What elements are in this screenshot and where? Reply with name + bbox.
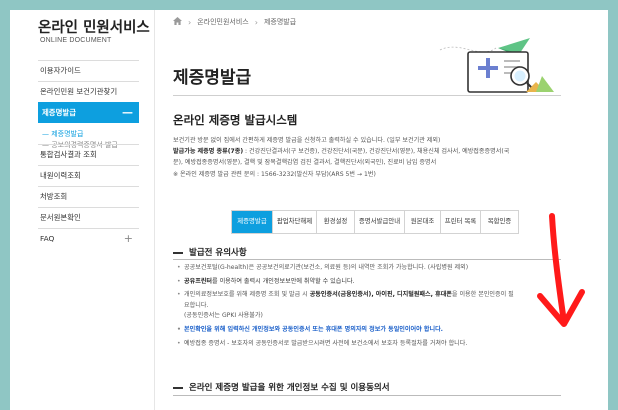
tab-bar: 제증명발급 팝업차단해제 환경설정 증명서발급안내 원본대조 프린터 목록 복합… bbox=[231, 210, 519, 234]
breadcrumb: › 온라인민원서비스 › 제증명발급 bbox=[173, 17, 296, 27]
tab-popup-unblock[interactable]: 팝업차단해제 bbox=[272, 211, 316, 233]
sidebar-item-document-verify[interactable]: 문서원본확인 bbox=[38, 207, 139, 228]
sidebar-subitem-certificate-issuance[interactable]: — 제증명발급 bbox=[42, 129, 139, 140]
arrow-down-icon bbox=[537, 213, 585, 327]
heading-bar bbox=[173, 386, 183, 389]
description-line: 발급가능 제증명 종류(7종) : 건강진단결과서(구 보건증), 건강진단서(… bbox=[173, 148, 510, 156]
sidebar-item-visit-history[interactable]: 내원이력조회 bbox=[38, 165, 139, 186]
description-line: ※ 온라인 제증명 발급 관련 문의 : 1566-3232(발신자 부담)(A… bbox=[173, 170, 376, 178]
sidebar-item-label: 처방조회 bbox=[40, 192, 68, 201]
page: 온라인 민원서비스 ONLINE DOCUMENT 이용자가이드 온라인민원 보… bbox=[10, 10, 608, 410]
description-line: 문), 예방접종증명서(영문), 결핵 및 잠복결핵감염 검진 결과서, 결핵진… bbox=[173, 159, 437, 167]
brand-subtitle: ONLINE DOCUMENT bbox=[40, 37, 112, 44]
sidebar-nav: 이용자가이드 온라인민원 보건기관찾기 제증명발급 — — 제증명발급 — 공보… bbox=[38, 60, 139, 249]
sidebar-item-certificate-issuance[interactable]: 제증명발급 — bbox=[38, 102, 139, 123]
breadcrumb-item[interactable]: 제증명발급 bbox=[264, 17, 296, 27]
heading-bar bbox=[173, 251, 183, 254]
sidebar-item-test-results[interactable]: 통합검사결과 조회 bbox=[38, 144, 139, 165]
sidebar-item-user-guide[interactable]: 이용자가이드 bbox=[38, 60, 139, 81]
brand-title: 온라인 민원서비스 bbox=[38, 20, 150, 36]
notice-list: 공공보건포털(G-health)은 공공보건의료기관(보건소, 의료원 등)의 … bbox=[177, 263, 563, 352]
description-line: 보건기관 방문 없이 집에서 간편하게 제증명 발급을 신청하고 출력하실 수 … bbox=[173, 137, 441, 144]
chevron-right-icon: › bbox=[188, 17, 192, 27]
tab-multi-auth[interactable]: 복합인증 bbox=[480, 211, 518, 233]
page-title: 제증명발급 bbox=[173, 68, 252, 88]
system-title: 온라인 제증명 발급시스템 bbox=[173, 113, 298, 127]
tab-settings[interactable]: 환경설정 bbox=[316, 211, 354, 233]
sidebar-item-label: 통합검사결과 조회 bbox=[40, 150, 97, 159]
sidebar-item-find-health-center[interactable]: 온라인민원 보건기관찾기 bbox=[38, 81, 139, 102]
tab-issuance-guide[interactable]: 증명서발급안내 bbox=[354, 211, 404, 233]
chevron-right-icon: › bbox=[254, 17, 258, 27]
section-heading: 발급전 유의사항 bbox=[173, 246, 247, 258]
breadcrumb-item[interactable]: 온라인민원서비스 bbox=[197, 17, 249, 27]
notice-item: 공공보건포털(G-health)은 공공보건의료기관(보건소, 의료원 등)의 … bbox=[177, 263, 563, 274]
sidebar-item-label: 이용자가이드 bbox=[40, 66, 81, 75]
sidebar-item-label: 내원이력조회 bbox=[40, 171, 81, 180]
sidebar-item-label: 온라인민원 보건기관찾기 bbox=[40, 87, 118, 96]
notice-item: 공유프린터를 이용하여 출력시 개인정보보안에 취약할 수 있습니다. bbox=[177, 277, 563, 288]
divider bbox=[173, 395, 561, 396]
notice-item: 개인의료정보보호를 위해 제증명 조회 및 발급 시 공동인증서(금융인증서),… bbox=[177, 290, 563, 322]
notice-item-important: 본인확인을 위해 입력하신 개인정보와 공동인증서 또는 휴대폰 명의자의 정보… bbox=[177, 325, 563, 336]
sidebar-subnav: — 제증명발급 — 공보의경력증명서 발급 bbox=[38, 123, 139, 149]
notice-item: 예방접종 증명서 - 보호자의 공동인증서로 발급받으시려면 사전에 보건소에서… bbox=[177, 339, 563, 350]
section-heading: 온라인 제증명 발급을 위한 개인정보 수집 및 이용동의서 bbox=[173, 381, 390, 393]
sidebar-item-label: 제증명발급 bbox=[42, 108, 76, 117]
tab-printer-list[interactable]: 프린터 목록 bbox=[440, 211, 480, 233]
divider bbox=[173, 259, 561, 260]
expand-icon[interactable]: + bbox=[124, 229, 133, 249]
collapse-icon[interactable]: — bbox=[122, 103, 133, 123]
service-description: 보건기관 방문 없이 집에서 간편하게 제증명 발급을 신청하고 출력하실 수 … bbox=[173, 135, 553, 180]
divider bbox=[173, 95, 561, 96]
sidebar-item-label: FAQ bbox=[40, 234, 55, 243]
sidebar-item-faq[interactable]: FAQ + bbox=[38, 228, 139, 249]
sidebar: 온라인 민원서비스 ONLINE DOCUMENT 이용자가이드 온라인민원 보… bbox=[10, 10, 150, 410]
sidebar-item-prescriptions[interactable]: 처방조회 bbox=[38, 186, 139, 207]
document-illustration-icon bbox=[439, 38, 554, 93]
sidebar-item-label: 문서원본확인 bbox=[40, 213, 81, 222]
tab-original-compare[interactable]: 원본대조 bbox=[404, 211, 440, 233]
tab-certificate-issuance[interactable]: 제증명발급 bbox=[232, 211, 272, 233]
home-icon[interactable] bbox=[173, 17, 182, 27]
